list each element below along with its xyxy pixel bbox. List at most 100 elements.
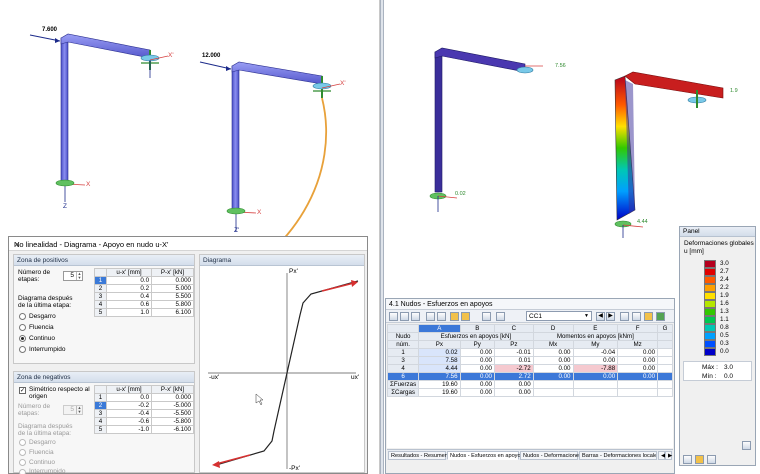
- cell-p[interactable]: -5.000: [151, 401, 194, 410]
- next-icon[interactable]: ▶: [606, 312, 615, 321]
- select-icon[interactable]: [482, 312, 491, 321]
- print-icon[interactable]: [411, 312, 420, 321]
- cell-p[interactable]: -5.800: [151, 417, 194, 426]
- support-forces-table[interactable]: A B C D E F G Nudo Esfuerzos en apoyos […: [387, 324, 673, 397]
- cell[interactable]: 4.44: [418, 364, 461, 373]
- table-row[interactable]: 3 -0.4 -5.500: [94, 409, 194, 418]
- col-letter[interactable]: D: [532, 324, 574, 333]
- table-row[interactable]: 3 7.58 0.00 0.01 0.00 0.00 0.00: [387, 356, 673, 365]
- cell[interactable]: 0.00: [532, 356, 574, 365]
- cell[interactable]: 0.02: [418, 348, 461, 357]
- cell[interactable]: [532, 388, 574, 397]
- cell[interactable]: 19.60: [418, 380, 461, 389]
- cell[interactable]: [657, 372, 673, 381]
- cell[interactable]: 0.00: [617, 356, 659, 365]
- table-row[interactable]: 4 -0.6 -5.800: [94, 417, 194, 426]
- cell-u[interactable]: -0.2: [105, 401, 153, 410]
- results-grid[interactable]: A B C D E F G Nudo Esfuerzos en apoyos […: [387, 324, 673, 448]
- cell[interactable]: [572, 380, 619, 389]
- cell[interactable]: 0.00: [617, 348, 659, 357]
- cell-p[interactable]: 0.000: [151, 276, 194, 285]
- tab-barras-deformaciones[interactable]: Barras - Deformaciones locales: [579, 451, 657, 460]
- table-row[interactable]: 4 0.6 5.800: [94, 300, 194, 309]
- cell-u[interactable]: -0.6: [105, 417, 153, 426]
- table-row[interactable]: 2 -0.2 -5.000: [94, 401, 194, 410]
- export-icon[interactable]: [400, 312, 409, 321]
- positive-table[interactable]: u-x' [mm] P-x' [kN] 1 0.0 0.000 2 0.2 5.000 3…: [94, 268, 194, 317]
- cell[interactable]: 0.00: [494, 388, 534, 397]
- cell[interactable]: 0.00: [494, 380, 534, 389]
- columns-icon[interactable]: [437, 312, 446, 321]
- color-icon[interactable]: [644, 312, 653, 321]
- panel-tab-1-icon[interactable]: [683, 455, 692, 464]
- cell-u[interactable]: 0.0: [105, 393, 153, 402]
- cell[interactable]: -7.88: [572, 364, 619, 373]
- highlight-icon[interactable]: [450, 312, 459, 321]
- table-row[interactable]: 5 -1.0 -6.100: [94, 425, 194, 434]
- refresh-icon[interactable]: [620, 312, 629, 321]
- table-row[interactable]: 5 1.0 6.100: [94, 308, 194, 317]
- cell[interactable]: [657, 356, 673, 365]
- table-row[interactable]: 4 4.44 0.00 -2.72 0.00 -7.88 0.00: [387, 364, 673, 373]
- radio-continuo[interactable]: [19, 335, 26, 342]
- cell[interactable]: -0.04: [572, 348, 619, 357]
- col-letter[interactable]: A: [418, 324, 461, 333]
- cell[interactable]: [617, 388, 659, 397]
- cell[interactable]: 0.00: [617, 372, 659, 381]
- view-divider[interactable]: [380, 0, 384, 474]
- col-letter[interactable]: C: [494, 324, 534, 333]
- graph-icon[interactable]: [632, 312, 641, 321]
- excel-icon[interactable]: [656, 312, 665, 321]
- cell-p[interactable]: -6.100: [151, 425, 194, 434]
- cell[interactable]: 0.00: [617, 364, 659, 373]
- cell[interactable]: -0.01: [494, 348, 534, 357]
- filter-icon[interactable]: [426, 312, 435, 321]
- prev-icon[interactable]: ◀: [596, 312, 605, 321]
- cell[interactable]: 0.00: [572, 356, 619, 365]
- zoom-panel-icon[interactable]: [742, 441, 751, 450]
- cell-p[interactable]: 5.800: [151, 300, 194, 309]
- cell[interactable]: [572, 388, 619, 397]
- cell-u[interactable]: 0.6: [105, 300, 153, 309]
- tab-esfuerzos-apoyos[interactable]: Nudos - Esfuerzos en apoyos: [447, 451, 523, 460]
- table-icon[interactable]: [389, 312, 398, 321]
- cell[interactable]: 0.00: [532, 372, 574, 381]
- cell[interactable]: 0.00: [459, 372, 496, 381]
- cell-p[interactable]: 5.000: [151, 284, 194, 293]
- spinner-arrows-icon[interactable]: ▲ ▼: [76, 272, 82, 280]
- radio-fluencia[interactable]: [19, 324, 26, 331]
- dialog-titlebar[interactable]: No linealidad - Diagrama - Apoyo en nudo…: [9, 237, 367, 251]
- negative-table[interactable]: u-x' [mm] P-x' [kN] 1 0.0 0.000 2 -0.2 -5.000…: [94, 385, 194, 434]
- tab-resumen[interactable]: Resultados - Resumen: [388, 451, 448, 460]
- symmetric-checkbox[interactable]: ✓: [19, 387, 26, 394]
- cell[interactable]: 0.00: [459, 356, 496, 365]
- load-case-select[interactable]: CC1 ▼: [526, 311, 592, 321]
- col-letter[interactable]: F: [617, 324, 659, 333]
- cell-p[interactable]: -5.500: [151, 409, 194, 418]
- cell[interactable]: 7.58: [418, 356, 461, 365]
- tab-scroll-left-icon[interactable]: ◀: [658, 451, 665, 460]
- col-letter[interactable]: E: [572, 324, 619, 333]
- panel-tab-3-icon[interactable]: [707, 455, 716, 464]
- table-row[interactable]: 2 0.2 5.000: [94, 284, 194, 293]
- panel-tab-2-icon[interactable]: [695, 455, 704, 464]
- table-row[interactable]: 3 0.4 5.500: [94, 292, 194, 301]
- table-row[interactable]: 1 0.0 0.000: [94, 276, 194, 285]
- cell[interactable]: 0.00: [532, 364, 574, 373]
- zoom-icon[interactable]: [496, 312, 505, 321]
- close-icon[interactable]: ✕: [14, 240, 363, 249]
- radio-interrumpido[interactable]: [19, 346, 26, 353]
- cell[interactable]: [657, 364, 673, 373]
- steps-spinner[interactable]: 5 ▲ ▼: [63, 271, 83, 281]
- cell-u[interactable]: 1.0: [105, 308, 153, 317]
- tab-deformaciones[interactable]: Nudos - Deformaciones: [520, 451, 582, 460]
- cell[interactable]: [532, 380, 574, 389]
- cell[interactable]: [657, 380, 673, 389]
- cell[interactable]: 19.60: [418, 388, 461, 397]
- cell-p[interactable]: 6.100: [151, 308, 194, 317]
- table-row[interactable]: ΣCargas 19.60 0.00 0.00: [387, 388, 673, 397]
- cell[interactable]: -2.72: [494, 364, 534, 373]
- cell-u[interactable]: 0.4: [105, 292, 153, 301]
- cell-u[interactable]: 0.0: [105, 276, 153, 285]
- cell-p[interactable]: 0.000: [151, 393, 194, 402]
